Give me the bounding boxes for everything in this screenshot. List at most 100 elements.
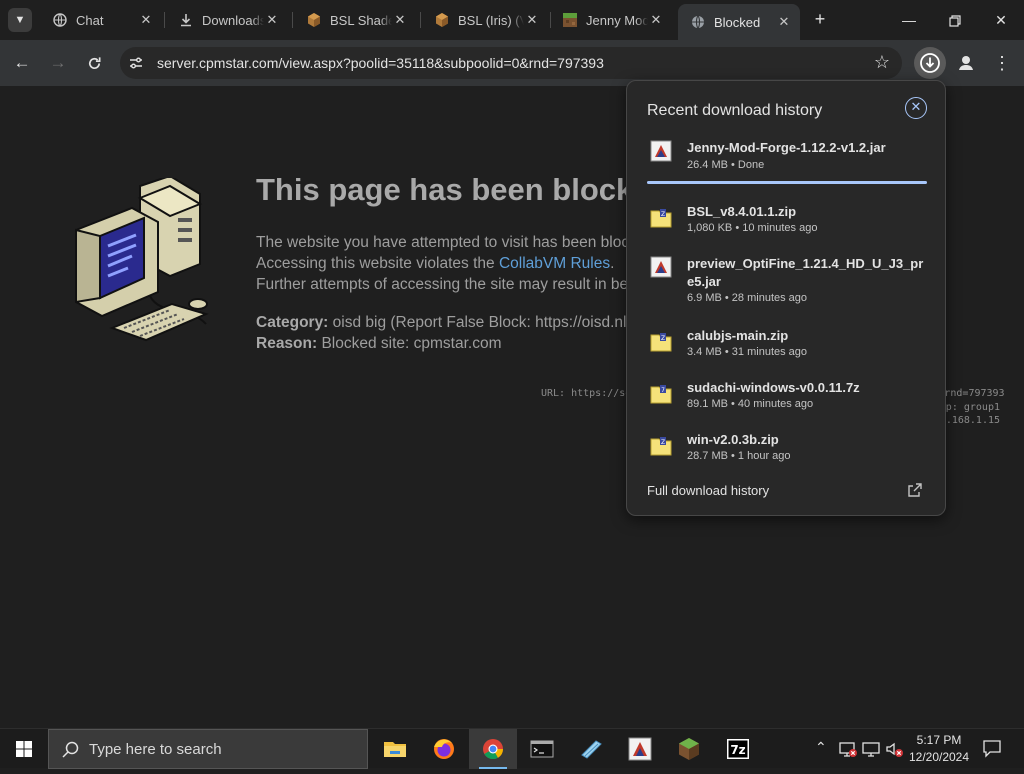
close-tab-icon[interactable]: ✕ bbox=[392, 12, 408, 28]
plus-icon: + bbox=[814, 9, 826, 29]
tab-blocked[interactable]: Blocked ✕ bbox=[678, 4, 800, 40]
close-tab-icon[interactable]: ✕ bbox=[776, 14, 792, 30]
file-explorer-icon bbox=[384, 742, 406, 757]
taskbar-minecraft[interactable] bbox=[665, 729, 713, 769]
restore-button[interactable] bbox=[932, 0, 978, 40]
terminal-icon bbox=[530, 740, 554, 758]
tab-title: Chat bbox=[76, 12, 104, 28]
profile-button[interactable] bbox=[954, 51, 978, 75]
taskbar-chrome[interactable] bbox=[469, 729, 517, 769]
more-menu-button[interactable]: ⋮ bbox=[990, 51, 1014, 75]
tab-bsl-iris[interactable]: BSL (Iris) (V ✕ bbox=[422, 6, 548, 34]
system-clock[interactable]: 5:17 PM 12/20/2024 bbox=[904, 732, 974, 766]
close-panel-button[interactable]: ✕ bbox=[905, 97, 927, 119]
file-status: 6.9 MB • 28 minutes ago bbox=[687, 292, 808, 304]
taskbar-notepad[interactable] bbox=[567, 729, 615, 769]
full-download-history-link[interactable]: Full download history bbox=[647, 483, 769, 498]
java-jar-icon bbox=[650, 140, 672, 162]
taskbar-firefox[interactable] bbox=[420, 729, 468, 769]
open-external-icon[interactable] bbox=[907, 482, 923, 498]
person-icon bbox=[959, 56, 973, 70]
forward-button[interactable]: → bbox=[46, 51, 70, 75]
notification-icon bbox=[983, 740, 1001, 758]
tab-title: Blocked bbox=[714, 14, 761, 30]
tab-divider bbox=[292, 12, 293, 28]
windows-taskbar: Type here to search 7z ⌃ 5:17 PM 12/20/2… bbox=[0, 728, 1024, 769]
show-hidden-icons-button[interactable]: ⌃ bbox=[815, 739, 827, 759]
network-tray[interactable] bbox=[838, 739, 858, 759]
new-tab-button[interactable]: + bbox=[808, 8, 832, 32]
back-button[interactable]: ← bbox=[10, 51, 34, 75]
volume-tray[interactable] bbox=[884, 739, 904, 759]
search-icon bbox=[62, 741, 79, 758]
panel-title: Recent download history bbox=[647, 102, 823, 119]
taskbar-search-box[interactable]: Type here to search bbox=[48, 729, 368, 769]
svg-text:7z: 7z bbox=[730, 743, 745, 757]
chevron-up-icon: ⌃ bbox=[815, 739, 827, 755]
retro-computer-illustration bbox=[75, 178, 209, 342]
reload-icon bbox=[87, 53, 102, 72]
active-indicator bbox=[479, 767, 507, 769]
reload-button[interactable] bbox=[82, 51, 106, 75]
close-tab-icon[interactable]: ✕ bbox=[264, 12, 280, 28]
tab-bsl-shaders[interactable]: BSL Shaders ✕ bbox=[294, 6, 416, 34]
display-tray[interactable] bbox=[861, 739, 881, 759]
notifications-button[interactable] bbox=[982, 738, 1002, 758]
minecraft-block-icon bbox=[306, 12, 322, 28]
message-text: . bbox=[610, 255, 615, 272]
clock-time: 5:17 PM bbox=[916, 733, 962, 747]
reason-row: Reason: Blocked site: cpmstar.com bbox=[256, 333, 632, 354]
category-row: Category: oisd big (Report False Block: … bbox=[256, 312, 632, 333]
7z-archive-icon: 7 bbox=[650, 385, 672, 404]
site-info-icon[interactable] bbox=[128, 55, 144, 71]
close-icon: ✕ bbox=[995, 12, 1007, 28]
windows-logo-icon bbox=[16, 741, 32, 757]
minimize-button[interactable]: — bbox=[886, 0, 932, 40]
address-bar[interactable]: server.cpmstar.com/view.aspx?poolid=3511… bbox=[120, 47, 902, 79]
block-details: Category: oisd big (Report False Block: … bbox=[256, 312, 632, 354]
tab-chat[interactable]: Chat ✕ bbox=[40, 6, 162, 34]
tab-title: BSL Shaders bbox=[330, 12, 392, 28]
tab-strip: ▼ Chat ✕ Downloads ✕ BSL Shaders ✕ BSL (… bbox=[0, 0, 1024, 40]
taskbar-7zip[interactable]: 7z bbox=[714, 729, 762, 769]
java-jar-icon bbox=[650, 256, 672, 278]
download-icon bbox=[178, 12, 194, 28]
zip-folder-icon: Z bbox=[650, 437, 672, 456]
bookmark-star-icon[interactable]: ☆ bbox=[874, 52, 890, 73]
network-error-icon bbox=[839, 742, 857, 757]
chrome-icon bbox=[483, 739, 504, 760]
minecraft-block-icon bbox=[434, 12, 450, 28]
close-tab-icon[interactable]: ✕ bbox=[138, 12, 154, 28]
tab-title: Jenny Mod bbox=[586, 12, 648, 28]
url-text[interactable]: server.cpmstar.com/view.aspx?poolid=3511… bbox=[157, 55, 604, 71]
tab-title: Downloads bbox=[202, 12, 264, 28]
svg-text:Z: Z bbox=[661, 335, 665, 342]
taskbar-file-explorer[interactable] bbox=[371, 729, 419, 769]
arrow-left-icon: ← bbox=[13, 53, 31, 72]
speaker-muted-icon bbox=[886, 742, 903, 757]
file-name: preview_OptiFine_1.21.4_HD_U_J3_pre5.jar bbox=[687, 256, 924, 289]
file-status: 3.4 MB • 31 minutes ago bbox=[687, 346, 808, 358]
close-tab-icon[interactable]: ✕ bbox=[524, 12, 540, 28]
taskbar-terminal[interactable] bbox=[518, 729, 566, 769]
collabvm-rules-link[interactable]: CollabVM Rules bbox=[499, 255, 610, 272]
start-button[interactable] bbox=[0, 729, 48, 769]
taskbar-java[interactable] bbox=[616, 729, 664, 769]
downloads-button[interactable] bbox=[914, 47, 946, 79]
tab-downloads[interactable]: Downloads ✕ bbox=[166, 6, 288, 34]
close-tab-icon[interactable]: ✕ bbox=[648, 12, 664, 28]
svg-text:Z: Z bbox=[661, 211, 665, 218]
message-text: Accessing this website violates the bbox=[256, 255, 499, 272]
download-progress-bar bbox=[647, 181, 927, 184]
minimize-icon: — bbox=[902, 12, 916, 28]
close-icon: ✕ bbox=[910, 99, 922, 114]
file-name: win-v2.0.3b.zip bbox=[687, 432, 779, 447]
arrow-right-icon: → bbox=[49, 53, 67, 72]
tab-search-button[interactable]: ▼ bbox=[8, 8, 32, 32]
file-status: 26.4 MB • Done bbox=[687, 159, 765, 171]
close-window-button[interactable]: ✕ bbox=[978, 0, 1024, 40]
category-label: Category: bbox=[256, 314, 329, 331]
firefox-icon bbox=[434, 739, 454, 759]
tab-divider bbox=[420, 12, 421, 28]
tab-jenny-mod[interactable]: Jenny Mod ✕ bbox=[550, 6, 672, 34]
